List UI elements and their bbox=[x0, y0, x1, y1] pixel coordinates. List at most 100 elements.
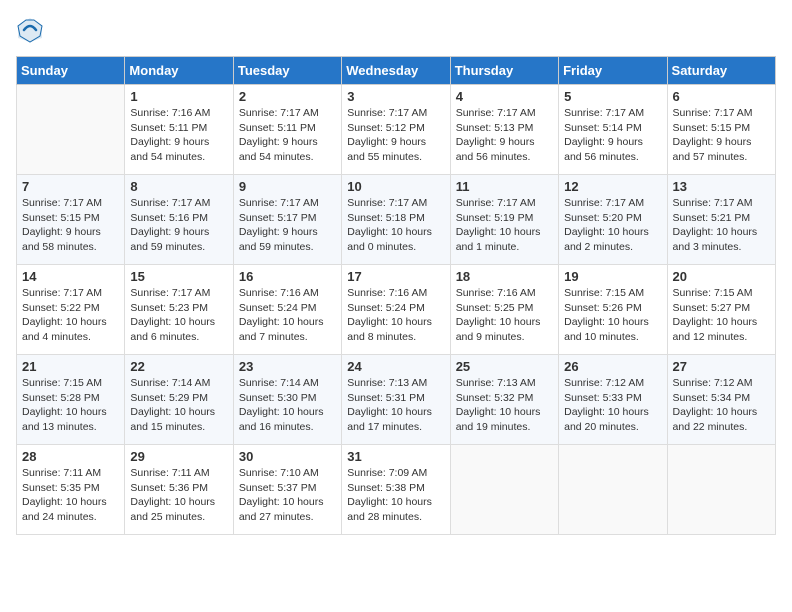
day-number: 18 bbox=[456, 269, 553, 284]
calendar-cell: 2 Sunrise: 7:17 AM Sunset: 5:11 PM Daylig… bbox=[233, 85, 341, 175]
weekday-header-friday: Friday bbox=[559, 57, 667, 85]
page-header bbox=[16, 16, 776, 44]
day-info: Sunrise: 7:17 AM Sunset: 5:21 PM Dayligh… bbox=[673, 196, 770, 255]
calendar-cell: 17 Sunrise: 7:16 AM Sunset: 5:24 PM Dayli… bbox=[342, 265, 450, 355]
day-info: Sunrise: 7:17 AM Sunset: 5:13 PM Dayligh… bbox=[456, 106, 553, 165]
day-info: Sunrise: 7:17 AM Sunset: 5:22 PM Dayligh… bbox=[22, 286, 119, 345]
calendar-cell: 14 Sunrise: 7:17 AM Sunset: 5:22 PM Dayli… bbox=[17, 265, 125, 355]
week-row-2: 7 Sunrise: 7:17 AM Sunset: 5:15 PM Daylig… bbox=[17, 175, 776, 265]
weekday-header-row: SundayMondayTuesdayWednesdayThursdayFrid… bbox=[17, 57, 776, 85]
calendar-cell: 8 Sunrise: 7:17 AM Sunset: 5:16 PM Daylig… bbox=[125, 175, 233, 265]
day-info: Sunrise: 7:14 AM Sunset: 5:30 PM Dayligh… bbox=[239, 376, 336, 435]
calendar-cell: 28Sunrise: 7:11 AM Sunset: 5:35 PM Dayli… bbox=[17, 445, 125, 535]
week-row-3: 14 Sunrise: 7:17 AM Sunset: 5:22 PM Dayli… bbox=[17, 265, 776, 355]
day-info: Sunrise: 7:16 AM Sunset: 5:11 PM Dayligh… bbox=[130, 106, 227, 165]
calendar-cell: 3 Sunrise: 7:17 AM Sunset: 5:12 PM Daylig… bbox=[342, 85, 450, 175]
calendar-cell: 11 Sunrise: 7:17 AM Sunset: 5:19 PM Dayli… bbox=[450, 175, 558, 265]
calendar-cell: 25 Sunrise: 7:13 AM Sunset: 5:32 PM Dayli… bbox=[450, 355, 558, 445]
logo-icon bbox=[16, 16, 44, 44]
day-info: Sunrise: 7:15 AM Sunset: 5:26 PM Dayligh… bbox=[564, 286, 661, 345]
day-info: Sunrise: 7:16 AM Sunset: 5:24 PM Dayligh… bbox=[347, 286, 444, 345]
day-info: Sunrise: 7:15 AM Sunset: 5:28 PM Dayligh… bbox=[22, 376, 119, 435]
day-number: 5 bbox=[564, 89, 661, 104]
calendar-cell: 9 Sunrise: 7:17 AM Sunset: 5:17 PM Daylig… bbox=[233, 175, 341, 265]
day-number: 20 bbox=[673, 269, 770, 284]
day-number: 2 bbox=[239, 89, 336, 104]
day-number: 22 bbox=[130, 359, 227, 374]
day-number: 24 bbox=[347, 359, 444, 374]
calendar-cell bbox=[17, 85, 125, 175]
day-info: Sunrise: 7:17 AM Sunset: 5:23 PM Dayligh… bbox=[130, 286, 227, 345]
day-info: Sunrise: 7:12 AM Sunset: 5:33 PM Dayligh… bbox=[564, 376, 661, 435]
logo bbox=[16, 16, 48, 44]
day-info: Sunrise: 7:17 AM Sunset: 5:16 PM Dayligh… bbox=[130, 196, 227, 255]
calendar-cell: 1Sunrise: 7:16 AM Sunset: 5:11 PM Daylig… bbox=[125, 85, 233, 175]
calendar-cell bbox=[667, 445, 775, 535]
day-number: 11 bbox=[456, 179, 553, 194]
week-row-4: 21 Sunrise: 7:15 AM Sunset: 5:28 PM Dayli… bbox=[17, 355, 776, 445]
calendar-cell: 5 Sunrise: 7:17 AM Sunset: 5:14 PM Daylig… bbox=[559, 85, 667, 175]
day-number: 21 bbox=[22, 359, 119, 374]
day-info: Sunrise: 7:09 AM Sunset: 5:38 PM Dayligh… bbox=[347, 466, 444, 525]
weekday-header-saturday: Saturday bbox=[667, 57, 775, 85]
day-number: 3 bbox=[347, 89, 444, 104]
day-info: Sunrise: 7:17 AM Sunset: 5:20 PM Dayligh… bbox=[564, 196, 661, 255]
calendar-cell: 26 Sunrise: 7:12 AM Sunset: 5:33 PM Dayli… bbox=[559, 355, 667, 445]
day-number: 15 bbox=[130, 269, 227, 284]
calendar-cell: 19 Sunrise: 7:15 AM Sunset: 5:26 PM Dayli… bbox=[559, 265, 667, 355]
day-number: 7 bbox=[22, 179, 119, 194]
day-number: 25 bbox=[456, 359, 553, 374]
day-info: Sunrise: 7:10 AM Sunset: 5:37 PM Dayligh… bbox=[239, 466, 336, 525]
day-info: Sunrise: 7:16 AM Sunset: 5:25 PM Dayligh… bbox=[456, 286, 553, 345]
calendar-cell: 13 Sunrise: 7:17 AM Sunset: 5:21 PM Dayli… bbox=[667, 175, 775, 265]
weekday-header-sunday: Sunday bbox=[17, 57, 125, 85]
calendar-cell bbox=[450, 445, 558, 535]
calendar-cell: 18 Sunrise: 7:16 AM Sunset: 5:25 PM Dayli… bbox=[450, 265, 558, 355]
day-number: 4 bbox=[456, 89, 553, 104]
calendar-cell: 4 Sunrise: 7:17 AM Sunset: 5:13 PM Daylig… bbox=[450, 85, 558, 175]
calendar-cell: 21 Sunrise: 7:15 AM Sunset: 5:28 PM Dayli… bbox=[17, 355, 125, 445]
calendar-cell: 30 Sunrise: 7:10 AM Sunset: 5:37 PM Dayli… bbox=[233, 445, 341, 535]
day-info: Sunrise: 7:16 AM Sunset: 5:24 PM Dayligh… bbox=[239, 286, 336, 345]
day-number: 8 bbox=[130, 179, 227, 194]
day-number: 17 bbox=[347, 269, 444, 284]
day-number: 13 bbox=[673, 179, 770, 194]
calendar-cell: 6 Sunrise: 7:17 AM Sunset: 5:15 PM Daylig… bbox=[667, 85, 775, 175]
day-info: Sunrise: 7:12 AM Sunset: 5:34 PM Dayligh… bbox=[673, 376, 770, 435]
calendar-cell bbox=[559, 445, 667, 535]
day-info: Sunrise: 7:17 AM Sunset: 5:15 PM Dayligh… bbox=[673, 106, 770, 165]
week-row-5: 28Sunrise: 7:11 AM Sunset: 5:35 PM Dayli… bbox=[17, 445, 776, 535]
day-info: Sunrise: 7:14 AM Sunset: 5:29 PM Dayligh… bbox=[130, 376, 227, 435]
day-info: Sunrise: 7:13 AM Sunset: 5:31 PM Dayligh… bbox=[347, 376, 444, 435]
day-number: 31 bbox=[347, 449, 444, 464]
calendar-cell: 22 Sunrise: 7:14 AM Sunset: 5:29 PM Dayli… bbox=[125, 355, 233, 445]
calendar-cell: 16Sunrise: 7:16 AM Sunset: 5:24 PM Dayli… bbox=[233, 265, 341, 355]
day-info: Sunrise: 7:17 AM Sunset: 5:19 PM Dayligh… bbox=[456, 196, 553, 255]
day-number: 10 bbox=[347, 179, 444, 194]
day-number: 14 bbox=[22, 269, 119, 284]
calendar-cell: 20Sunrise: 7:15 AM Sunset: 5:27 PM Dayli… bbox=[667, 265, 775, 355]
calendar-cell: 24 Sunrise: 7:13 AM Sunset: 5:31 PM Dayli… bbox=[342, 355, 450, 445]
weekday-header-wednesday: Wednesday bbox=[342, 57, 450, 85]
day-number: 26 bbox=[564, 359, 661, 374]
calendar-cell: 27Sunrise: 7:12 AM Sunset: 5:34 PM Dayli… bbox=[667, 355, 775, 445]
day-number: 9 bbox=[239, 179, 336, 194]
day-number: 6 bbox=[673, 89, 770, 104]
day-info: Sunrise: 7:17 AM Sunset: 5:14 PM Dayligh… bbox=[564, 106, 661, 165]
weekday-header-tuesday: Tuesday bbox=[233, 57, 341, 85]
day-info: Sunrise: 7:17 AM Sunset: 5:18 PM Dayligh… bbox=[347, 196, 444, 255]
day-info: Sunrise: 7:11 AM Sunset: 5:36 PM Dayligh… bbox=[130, 466, 227, 525]
day-info: Sunrise: 7:17 AM Sunset: 5:11 PM Dayligh… bbox=[239, 106, 336, 165]
day-info: Sunrise: 7:17 AM Sunset: 5:12 PM Dayligh… bbox=[347, 106, 444, 165]
day-info: Sunrise: 7:13 AM Sunset: 5:32 PM Dayligh… bbox=[456, 376, 553, 435]
day-number: 19 bbox=[564, 269, 661, 284]
day-number: 23 bbox=[239, 359, 336, 374]
calendar-cell: 29 Sunrise: 7:11 AM Sunset: 5:36 PM Dayli… bbox=[125, 445, 233, 535]
calendar-cell: 23 Sunrise: 7:14 AM Sunset: 5:30 PM Dayli… bbox=[233, 355, 341, 445]
calendar-table: SundayMondayTuesdayWednesdayThursdayFrid… bbox=[16, 56, 776, 535]
day-info: Sunrise: 7:17 AM Sunset: 5:17 PM Dayligh… bbox=[239, 196, 336, 255]
weekday-header-thursday: Thursday bbox=[450, 57, 558, 85]
day-number: 30 bbox=[239, 449, 336, 464]
day-info: Sunrise: 7:17 AM Sunset: 5:15 PM Dayligh… bbox=[22, 196, 119, 255]
day-number: 29 bbox=[130, 449, 227, 464]
